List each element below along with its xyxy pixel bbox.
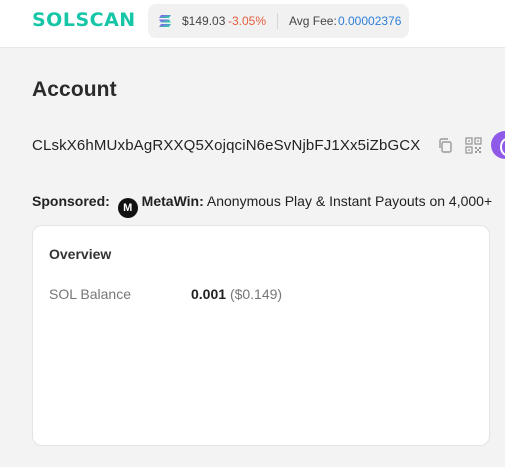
sponsored-banner[interactable]: Sponsored: M MetaWin: Anonymous Play & In… bbox=[32, 193, 492, 218]
page-title: Account bbox=[32, 78, 117, 101]
solana-icon bbox=[159, 15, 171, 27]
copy-icon[interactable] bbox=[437, 137, 454, 154]
solscan-logo[interactable]: SOLSCAN bbox=[32, 9, 136, 31]
market-ticker: $149.03 -3.05% Avg Fee: 0.00002376 bbox=[148, 4, 409, 38]
qr-code-icon[interactable] bbox=[465, 137, 482, 154]
overview-card: Overview SOL Balance 0.001 ($0.149) bbox=[32, 225, 490, 446]
sol-balance-usd: ($0.149) bbox=[229, 286, 283, 302]
sol-price-change: -3.05% bbox=[228, 14, 267, 28]
sponsor-brand: MetaWin: bbox=[141, 193, 204, 209]
account-action-button[interactable] bbox=[491, 131, 505, 159]
sol-balance-label: SOL Balance bbox=[49, 286, 131, 302]
overview-title: Overview bbox=[49, 246, 112, 262]
sol-price: $149.03 bbox=[182, 14, 226, 28]
sponsored-label: Sponsored: bbox=[32, 193, 110, 209]
metawin-logo-icon: M bbox=[117, 198, 138, 218]
avg-fee-label: Avg Fee: bbox=[289, 14, 337, 28]
ticker-divider bbox=[277, 13, 278, 29]
sol-balance-amount: 0.001 bbox=[191, 286, 227, 302]
sol-balance-value: 0.001 ($0.149) bbox=[191, 286, 282, 302]
top-bar: SOLSCAN $149.03 -3.05% Avg Fee: 0.000023… bbox=[0, 0, 505, 48]
sponsor-text: Anonymous Play & Instant Payouts on 4,00… bbox=[206, 193, 493, 209]
avg-fee-value[interactable]: 0.00002376 bbox=[338, 4, 401, 38]
account-address: CLskX6hMUxbAgRXXQ5XojqciN6eSvNjbFJ1Xx5iZ… bbox=[32, 137, 421, 154]
